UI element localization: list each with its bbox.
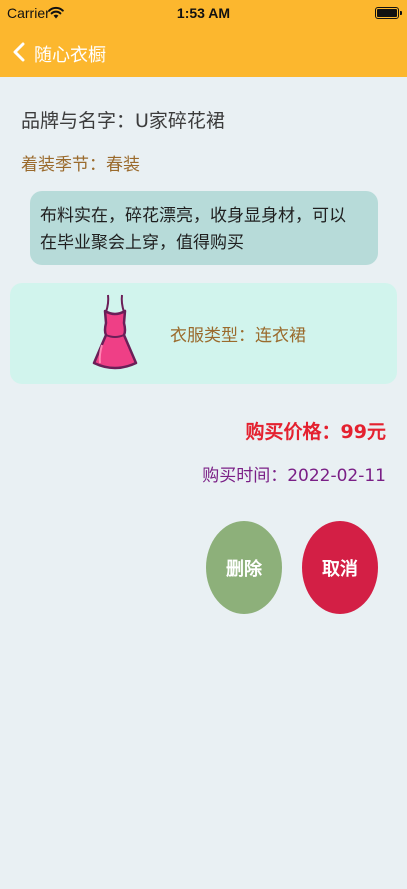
dress-icon [92,294,138,370]
status-bar: Carrier 1:53 AM [0,0,407,28]
description-line: 布料实在，碎花漂亮，收身显身材，可以 [40,206,346,226]
clothing-type: 衣服类型：连衣裙 [170,326,306,346]
purchase-time: 购买时间：2022-02-11 [202,466,386,486]
clothing-type-card: 衣服类型：连衣裙 [10,283,397,384]
nav-title: 随心衣橱 [34,45,106,66]
purchase-price: 购买价格：99元 [245,421,386,443]
brand-name: 品牌与名字：U家碎花裙 [21,110,225,132]
delete-button[interactable]: 删除 [206,521,282,614]
chevron-left-icon [13,42,25,62]
clock: 1:53 AM [176,5,231,21]
navigation-bar: 随心衣橱 [0,28,407,77]
battery-icon [375,7,402,19]
cancel-button[interactable]: 取消 [302,521,378,614]
wear-season: 着装季节：春装 [21,155,140,175]
back-button[interactable]: 随心衣橱 [8,36,118,68]
description-box: 布料实在，碎花漂亮，收身显身材，可以 在毕业聚会上穿，值得购买 [30,191,378,265]
description-line: 在毕业聚会上穿，值得购买 [40,233,244,253]
